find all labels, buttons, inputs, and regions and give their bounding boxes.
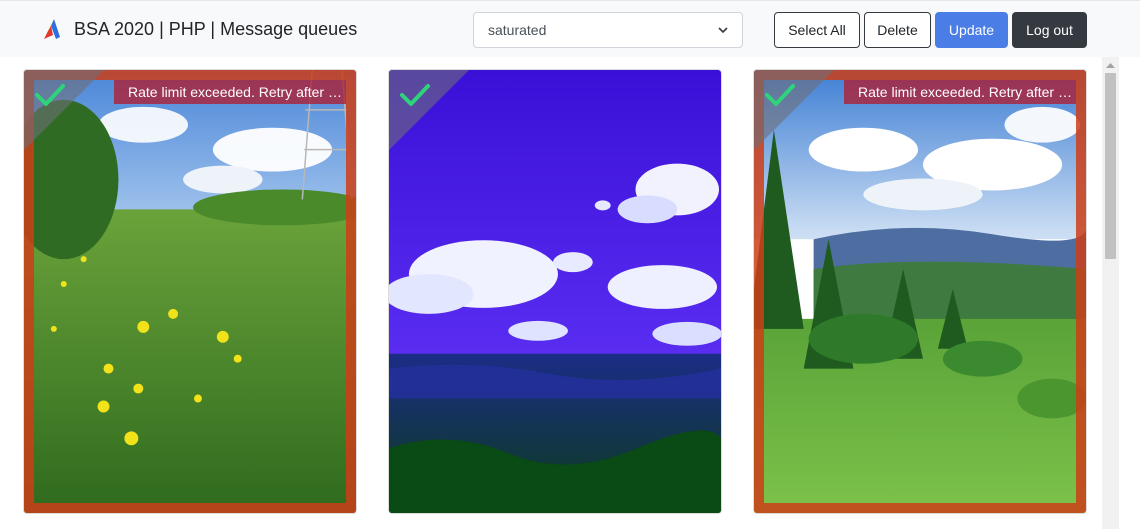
scrollbar-thumb[interactable] [1105, 73, 1116, 259]
page-scrollbar[interactable] [1102, 57, 1119, 529]
image-card[interactable]: Rate limit exceeded. Retry after 60 seco… [753, 69, 1087, 514]
image-card[interactable]: Rate limit exceeded. Retry after 60 seco… [23, 69, 357, 514]
checkmark-icon[interactable] [764, 82, 796, 108]
error-banner: Rate limit exceeded. Retry after 60 seco… [844, 80, 1076, 104]
chevron-down-icon [718, 27, 728, 34]
filter-select-value: saturated [488, 22, 547, 38]
scroll-up-arrow-icon[interactable] [1102, 61, 1119, 71]
filter-select[interactable]: saturated [473, 12, 743, 48]
checkmark-icon[interactable] [34, 82, 66, 108]
select-all-button[interactable]: Select All [774, 12, 860, 48]
update-button[interactable]: Update [935, 12, 1008, 48]
error-banner: Rate limit exceeded. Retry after 60 seco… [114, 80, 346, 104]
delete-button[interactable]: Delete [864, 12, 931, 48]
image-gallery: Rate limit exceeded. Retry after 60 seco… [0, 57, 1140, 529]
app-title: BSA 2020 | PHP | Message queues [74, 18, 358, 39]
top-navbar: BSA 2020 | PHP | Message queues saturate… [0, 0, 1140, 57]
brand[interactable]: BSA 2020 | PHP | Message queues [42, 17, 357, 41]
logout-button[interactable]: Log out [1012, 12, 1087, 48]
image-card[interactable] [388, 69, 722, 514]
checkmark-icon[interactable] [399, 82, 431, 108]
app-logo-icon [44, 19, 60, 39]
